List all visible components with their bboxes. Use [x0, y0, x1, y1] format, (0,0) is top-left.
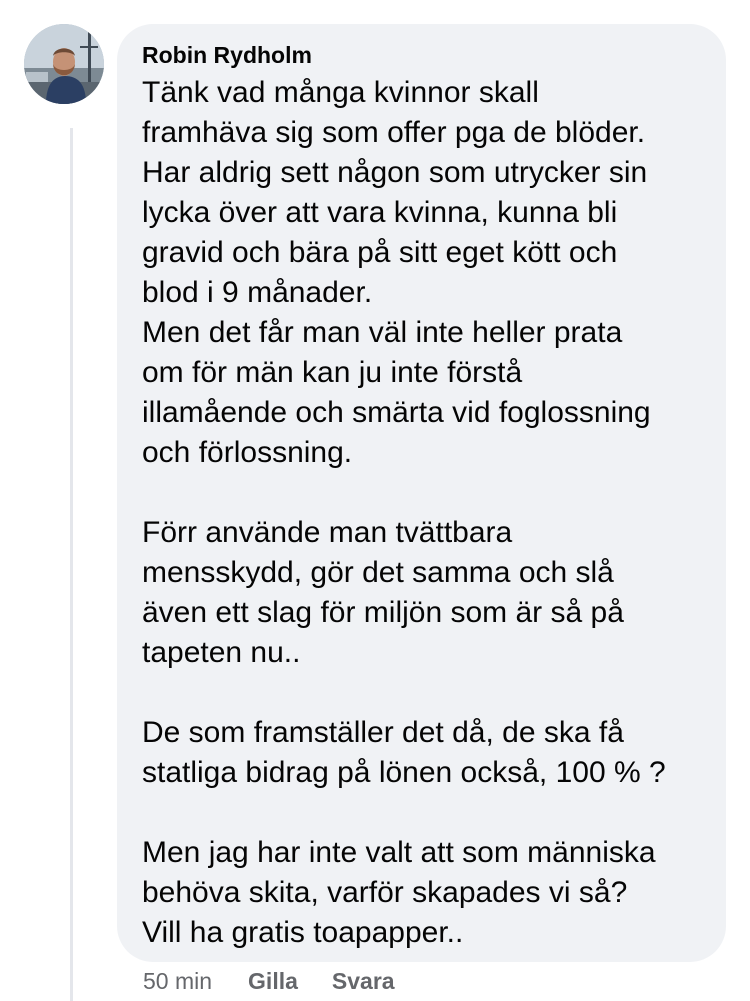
comment-line: statliga bidrag på lönen också, 100 % ?	[142, 756, 666, 789]
comment-paragraph-2: Förr använde man tvättbara mensskydd, gö…	[142, 513, 706, 673]
comment-line: framhäva sig som offer pga de blöder.	[142, 116, 646, 149]
comment-line: lycka över att vara kvinna, kunna bli	[142, 196, 618, 229]
comment-timestamp[interactable]: 50 min	[143, 968, 212, 995]
comment-line: och förlossning.	[142, 436, 353, 469]
comment-line: Har aldrig sett någon som utrycker sin	[142, 156, 648, 189]
avatar[interactable]	[24, 24, 104, 104]
comment-line: Men jag har inte valt att som människa	[142, 836, 656, 869]
comment-actions: 50 min Gilla Svara	[143, 964, 429, 998]
comment-line: Men det får man väl inte heller prata	[142, 316, 623, 349]
comment-line: illamående och smärta vid foglossning	[142, 396, 651, 429]
comment-paragraph-3: De som framställer det då, de ska få sta…	[142, 713, 706, 793]
comment-line: De som framställer det då, de ska få	[142, 716, 624, 749]
profile-photo-icon	[24, 24, 104, 104]
comment-paragraph-4: Men jag har inte valt att som människa b…	[142, 833, 706, 953]
comment-body: Tänk vad många kvinnor skall framhäva si…	[142, 73, 706, 953]
thread-line	[70, 128, 73, 1001]
comment-line: tapeten nu..	[142, 636, 301, 669]
comment-line: om för män kan ju inte förstå	[142, 356, 523, 389]
comment-line: mensskydd, gör det samma och slå	[142, 556, 614, 589]
like-button[interactable]: Gilla	[248, 968, 298, 995]
comment-line: Förr använde man tvättbara	[142, 516, 513, 549]
comment-author[interactable]: Robin Rydholm	[142, 41, 706, 69]
comment-line: blod i 9 månader.	[142, 276, 373, 309]
comment-line: gravid och bära på sitt eget kött och	[142, 236, 618, 269]
comment-line: Tänk vad många kvinnor skall	[142, 76, 539, 109]
comment-line: behöva skita, varför skapades vi så?	[142, 876, 628, 909]
comment-line: även ett slag för miljön som är så på	[142, 596, 624, 629]
comment-bubble: Robin Rydholm Tänk vad många kvinnor ska…	[117, 24, 726, 962]
comment-line: Vill ha gratis toapapper..	[142, 916, 464, 949]
reply-button[interactable]: Svara	[332, 968, 395, 995]
comment-paragraph-1: Tänk vad många kvinnor skall framhäva si…	[142, 73, 706, 473]
